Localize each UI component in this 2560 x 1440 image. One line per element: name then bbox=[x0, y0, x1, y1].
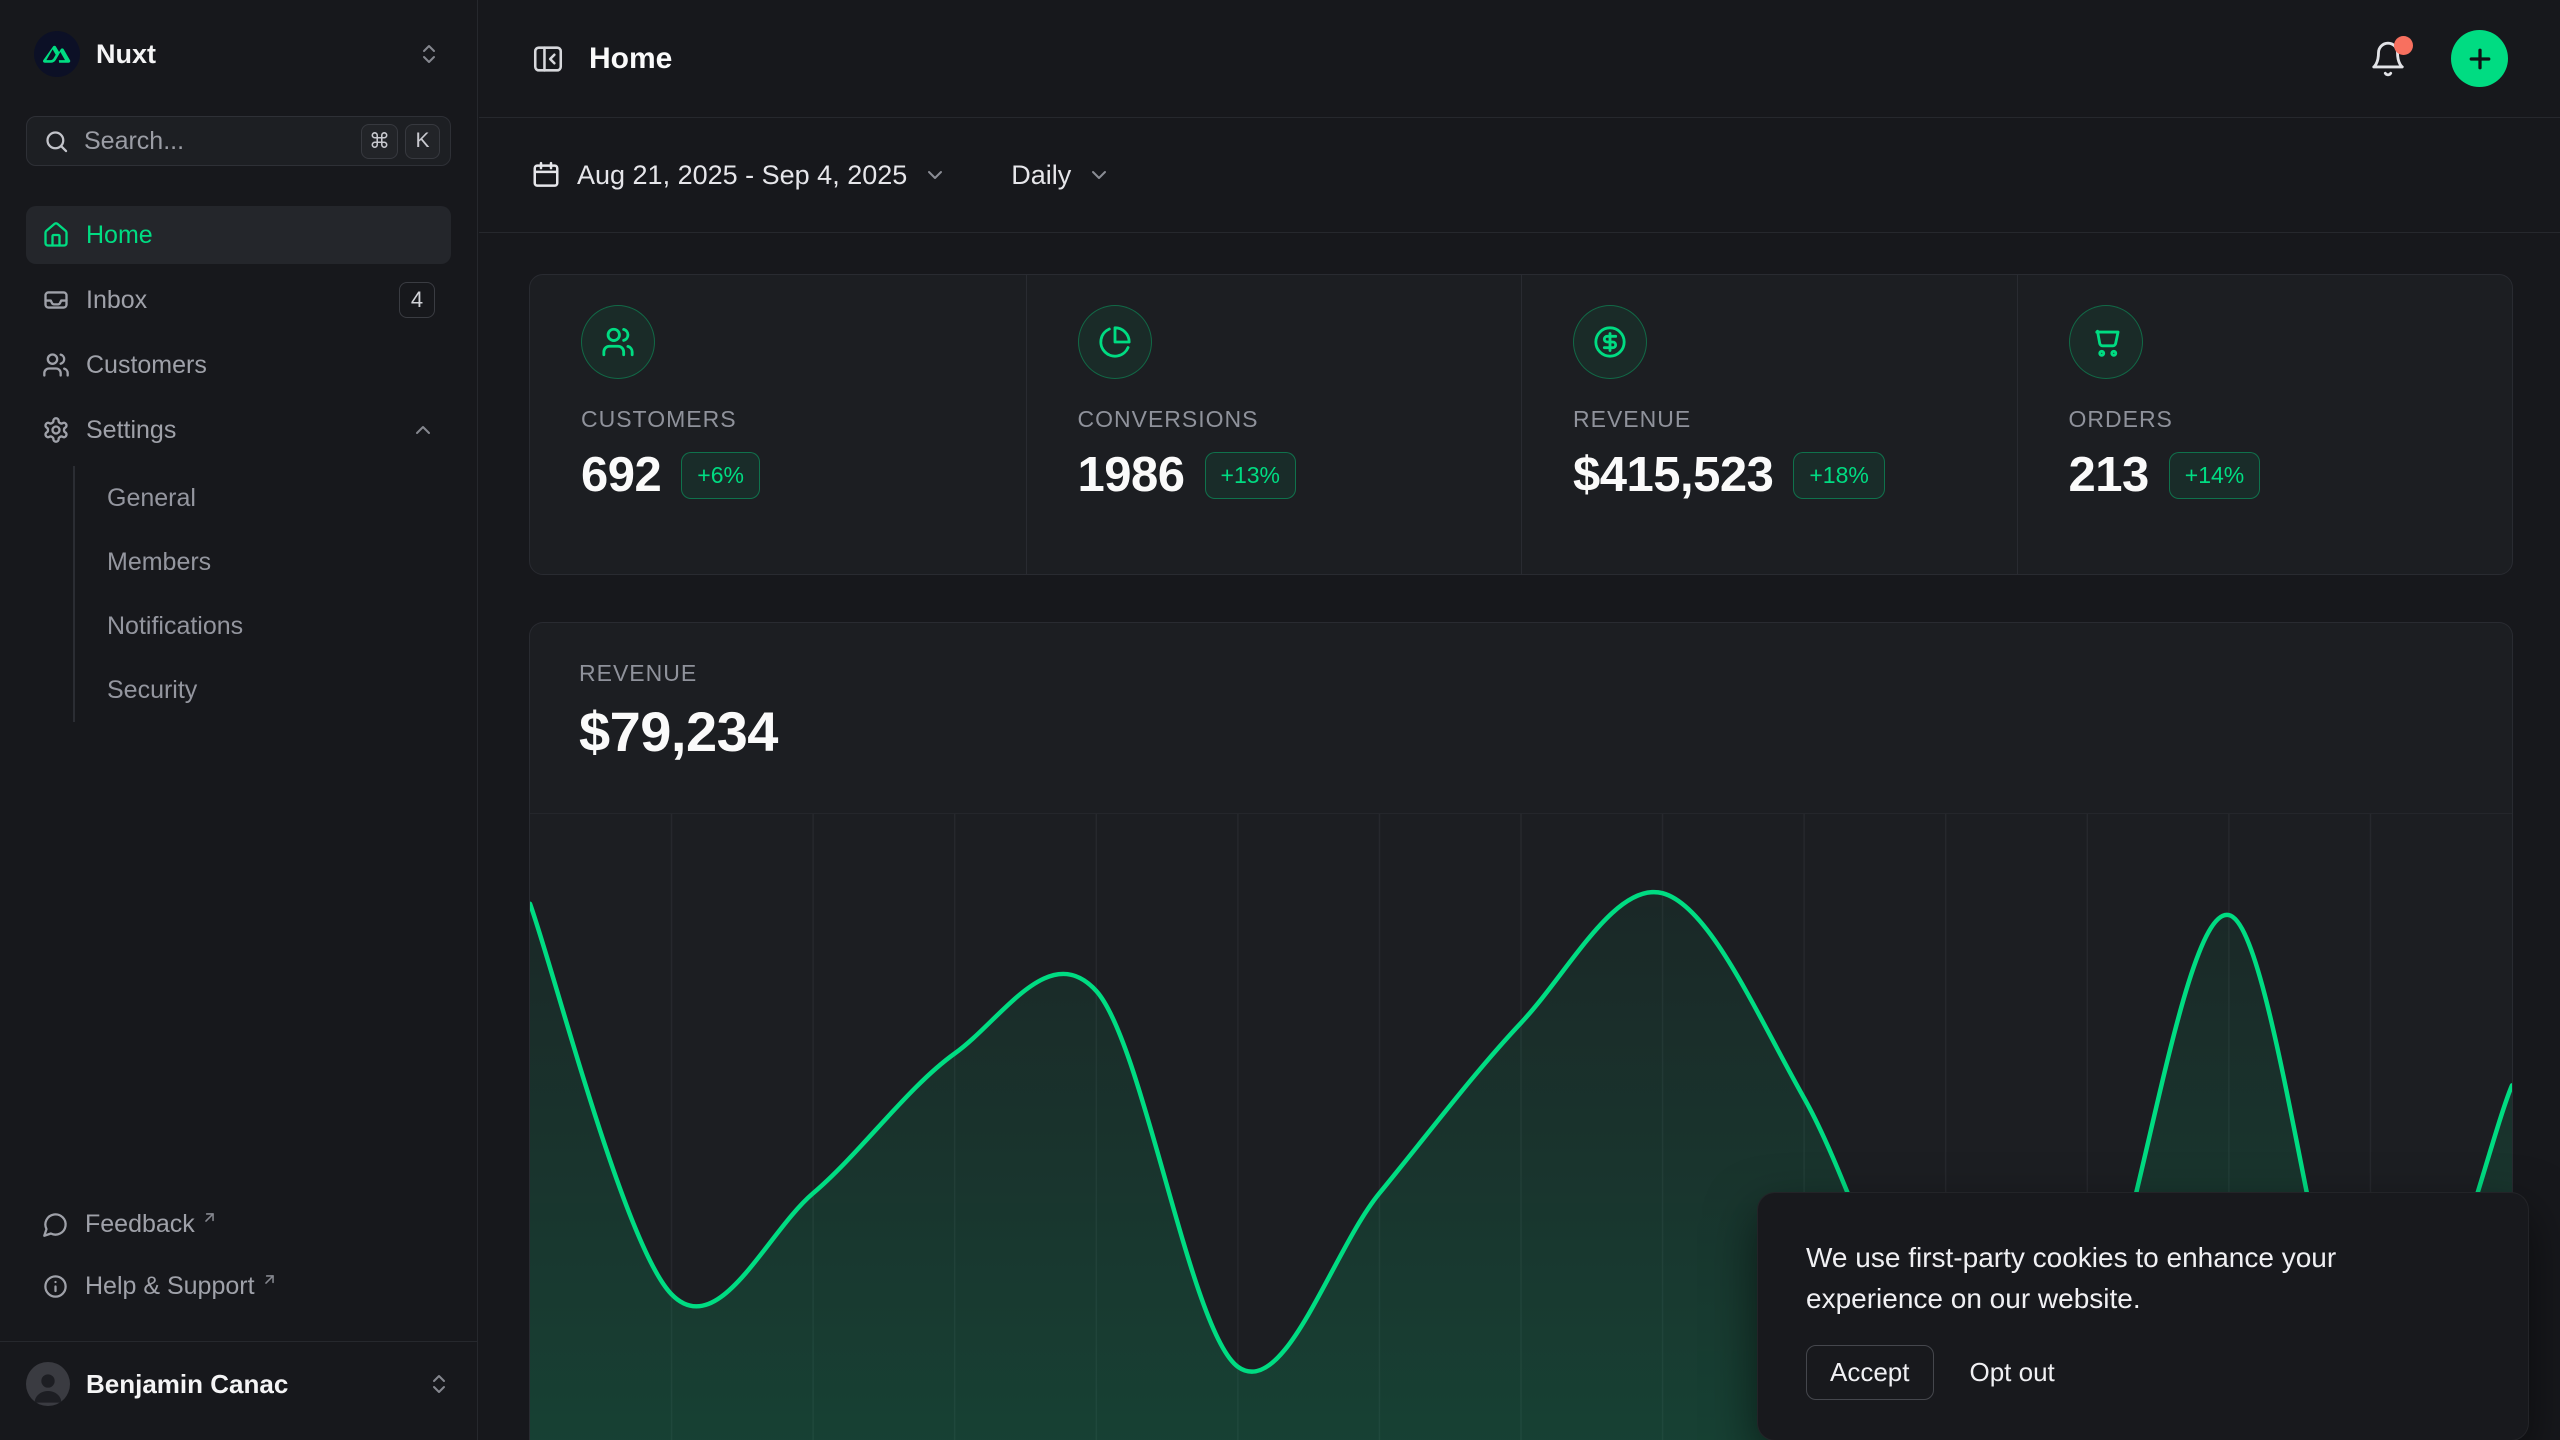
revenue-chart-value: $79,234 bbox=[579, 699, 2463, 764]
users-icon bbox=[42, 351, 70, 379]
sidebar-item-label: Customers bbox=[86, 351, 435, 380]
stat-value: $415,523 bbox=[1573, 447, 1773, 503]
stat-conversions[interactable]: CONVERSIONS 1986 +13% bbox=[1026, 275, 1522, 574]
stat-revenue[interactable]: REVENUE $415,523 +18% bbox=[1521, 275, 2017, 574]
cookie-optout-button[interactable]: Opt out bbox=[1970, 1346, 2055, 1399]
topbar: Home bbox=[479, 0, 2560, 118]
notifications-button[interactable] bbox=[2363, 34, 2413, 84]
stat-change-badge: +18% bbox=[1793, 452, 1884, 499]
filter-bar: Aug 21, 2025 - Sep 4, 2025 Daily bbox=[479, 118, 2560, 233]
sidebar-item-settings[interactable]: Settings bbox=[26, 401, 451, 459]
stat-orders[interactable]: ORDERS 213 +14% bbox=[2017, 275, 2513, 574]
sidebar-footer-links: Feedback Help & Support bbox=[26, 1195, 451, 1319]
page-title: Home bbox=[589, 42, 2363, 76]
date-range-picker[interactable]: Aug 21, 2025 - Sep 4, 2025 bbox=[531, 160, 947, 191]
sidebar-item-notifications[interactable]: Notifications bbox=[107, 594, 451, 658]
sidebar-nav: Home Inbox 4 Customers Settings Ge bbox=[26, 206, 451, 722]
date-range-value: Aug 21, 2025 - Sep 4, 2025 bbox=[577, 160, 907, 191]
search-input[interactable]: Search... ⌘ K bbox=[26, 116, 451, 166]
chevron-up-icon bbox=[411, 418, 435, 442]
calendar-icon bbox=[531, 160, 561, 190]
collapse-sidebar-icon[interactable] bbox=[531, 42, 565, 76]
stat-label: CUSTOMERS bbox=[581, 406, 996, 433]
workspace-selector[interactable]: Nuxt bbox=[26, 26, 451, 82]
inbox-count-badge: 4 bbox=[399, 282, 435, 318]
chevrons-up-down-icon bbox=[427, 1372, 451, 1396]
granularity-select[interactable]: Daily bbox=[1011, 160, 1111, 191]
sidebar-item-inbox[interactable]: Inbox 4 bbox=[26, 271, 451, 329]
stat-change-badge: +6% bbox=[681, 452, 760, 499]
sidebar-item-feedback[interactable]: Feedback bbox=[26, 1195, 451, 1253]
kbd-k: K bbox=[405, 124, 440, 159]
message-bubble-icon bbox=[42, 1211, 69, 1238]
chevron-down-icon bbox=[923, 163, 947, 187]
search-placeholder: Search... bbox=[84, 127, 354, 156]
sidebar-item-label: Feedback bbox=[85, 1210, 195, 1239]
kbd-cmd: ⌘ bbox=[361, 124, 398, 159]
stat-label: ORDERS bbox=[2069, 406, 2483, 433]
sidebar: Nuxt Search... ⌘ K Home Inbox 4 bbox=[0, 0, 478, 1440]
sidebar-item-general[interactable]: General bbox=[107, 466, 451, 530]
pie-chart-icon bbox=[1078, 305, 1152, 379]
avatar bbox=[26, 1362, 70, 1406]
user-menu[interactable]: Benjamin Canac bbox=[0, 1341, 477, 1414]
stat-value: 1986 bbox=[1078, 447, 1185, 503]
users-icon bbox=[581, 305, 655, 379]
stat-value: 213 bbox=[2069, 447, 2149, 503]
external-link-icon bbox=[261, 1271, 278, 1288]
chevron-down-icon bbox=[1087, 163, 1111, 187]
settings-subnav: General Members Notifications Security bbox=[73, 466, 451, 722]
info-circle-icon bbox=[42, 1273, 69, 1300]
stat-change-badge: +14% bbox=[2169, 452, 2260, 499]
circle-dollar-icon bbox=[1573, 305, 1647, 379]
inbox-icon bbox=[42, 286, 70, 314]
sidebar-item-members[interactable]: Members bbox=[107, 530, 451, 594]
workspace-name: Nuxt bbox=[96, 39, 417, 70]
stat-label: CONVERSIONS bbox=[1078, 406, 1492, 433]
granularity-value: Daily bbox=[1011, 160, 1071, 191]
cookie-message: We use first-party cookies to enhance yo… bbox=[1806, 1237, 2480, 1319]
revenue-chart-label: REVENUE bbox=[579, 660, 2463, 687]
sidebar-item-security[interactable]: Security bbox=[107, 658, 451, 722]
shopping-cart-icon bbox=[2069, 305, 2143, 379]
chevrons-up-down-icon bbox=[417, 42, 441, 66]
sidebar-item-label: Inbox bbox=[86, 286, 399, 315]
cookie-accept-button[interactable]: Accept bbox=[1806, 1345, 1934, 1400]
stat-customers[interactable]: CUSTOMERS 692 +6% bbox=[530, 275, 1026, 574]
search-icon bbox=[43, 128, 70, 155]
home-icon bbox=[42, 221, 70, 249]
sidebar-item-label: Home bbox=[86, 221, 435, 250]
sidebar-item-help-support[interactable]: Help & Support bbox=[26, 1257, 451, 1315]
stat-value: 692 bbox=[581, 447, 661, 503]
gear-icon bbox=[42, 416, 70, 444]
sidebar-item-home[interactable]: Home bbox=[26, 206, 451, 264]
external-link-icon bbox=[201, 1209, 218, 1226]
user-name: Benjamin Canac bbox=[86, 1369, 427, 1400]
stat-change-badge: +13% bbox=[1205, 452, 1296, 499]
sidebar-item-label: Settings bbox=[86, 416, 411, 445]
stats-card: CUSTOMERS 692 +6% CONVERSIONS 1986 +13% bbox=[529, 274, 2513, 575]
cookie-banner: We use first-party cookies to enhance yo… bbox=[1757, 1192, 2529, 1440]
sidebar-spacer bbox=[26, 722, 451, 1195]
stat-label: REVENUE bbox=[1573, 406, 1987, 433]
add-button[interactable] bbox=[2451, 30, 2508, 87]
sidebar-item-customers[interactable]: Customers bbox=[26, 336, 451, 394]
nuxt-logo-icon bbox=[34, 31, 80, 77]
notification-dot bbox=[2394, 36, 2413, 55]
sidebar-item-label: Help & Support bbox=[85, 1272, 255, 1301]
